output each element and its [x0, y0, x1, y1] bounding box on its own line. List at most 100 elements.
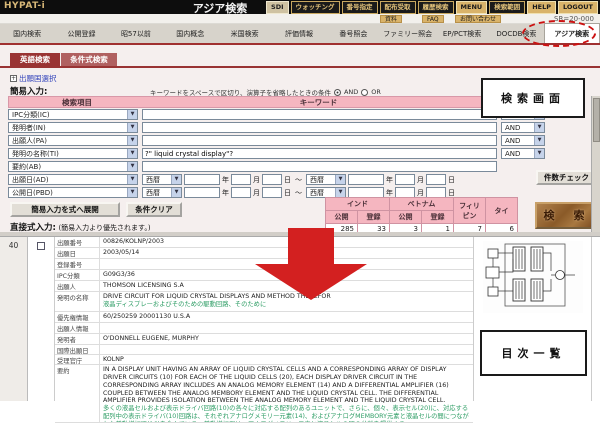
- menu-button[interactable]: MENU: [456, 1, 488, 14]
- country-header-philippines: フィリピン: [454, 198, 486, 224]
- col-header-pub: 公開: [390, 211, 422, 224]
- materials-button[interactable]: 資料: [380, 15, 402, 23]
- tab-number-inquiry[interactable]: 番号照会: [326, 24, 380, 43]
- chevron-down-icon: ▼: [534, 136, 544, 145]
- era-select[interactable]: 西暦▼: [142, 174, 182, 185]
- tab-us-search[interactable]: 米国検索: [217, 24, 271, 43]
- chevron-down-icon: ▼: [335, 188, 345, 197]
- application-date-range: 西暦▼ 年 月 日 ～ 西暦▼ 年 月 日: [142, 174, 545, 185]
- tab-evaluation-info[interactable]: 評価情報: [272, 24, 326, 43]
- contact-button[interactable]: お問い合わせ: [455, 15, 501, 23]
- record-row-abstract: 要約 IN A DISPLAY UNIT HAVING AN ARRAY OF …: [55, 365, 473, 423]
- application-country-select-link[interactable]: + 出願国選択: [10, 73, 57, 84]
- top-bar: HYPAT-i アジア検索 SDI ウォッチング 番号指定 配布受取 履歴検索 …: [0, 0, 600, 14]
- form-row-inventor: 発明者(IN)▼ AND▼: [8, 121, 545, 134]
- search-range-button[interactable]: 検索範囲: [489, 1, 525, 14]
- country-header-india: インド: [326, 198, 390, 211]
- condition-select-title[interactable]: AND▼: [501, 148, 545, 159]
- search-table-header: 検索項目 キーワード 行間条件: [8, 96, 545, 108]
- chevron-down-icon: ▼: [127, 136, 137, 145]
- tab-pre-showa57[interactable]: 昭57以前: [109, 24, 163, 43]
- search-button[interactable]: 検 索: [535, 202, 597, 229]
- condition-select-inventor[interactable]: AND▼: [501, 122, 545, 133]
- sub-bar: 資料 FAQ お問い合わせ SR=20-000: [0, 14, 600, 24]
- annotation-search-screen: 検索画面: [481, 78, 585, 118]
- field-select-abstract[interactable]: 要約(AB)▼: [8, 161, 138, 172]
- tab-domestic-search[interactable]: 国内検索: [0, 24, 54, 43]
- pbd-from-year-input[interactable]: [184, 187, 220, 198]
- or-radio[interactable]: [361, 89, 368, 96]
- distribution-receive-button[interactable]: 配布受取: [380, 1, 416, 14]
- patent-figure-thumbnail[interactable]: [483, 241, 583, 313]
- pbd-from-month-input[interactable]: [231, 187, 251, 198]
- app-logo: HYPAT-i: [4, 1, 45, 11]
- ad-from-month-input[interactable]: [231, 174, 251, 185]
- field-select-inventor[interactable]: 発明者(IN)▼: [8, 122, 138, 133]
- expand-to-expression-button[interactable]: 簡易入力を式へ展開: [10, 202, 120, 217]
- record-row-receiving-office: 受理官庁 KOLNP: [55, 355, 473, 365]
- era-select[interactable]: 西暦▼: [142, 187, 182, 198]
- era-select[interactable]: 西暦▼: [306, 174, 346, 185]
- search-form-area: 英語検索 条件式検索 + 出願国選択 簡易入力: キーワードをスペースで区切り、…: [0, 45, 600, 236]
- subtab-expression-search[interactable]: 条件式検索: [61, 53, 117, 66]
- pbd-from-day-input[interactable]: [262, 187, 282, 198]
- tab-family-inquiry[interactable]: ファミリー照会: [381, 24, 435, 43]
- keyword-input-abstract[interactable]: [142, 161, 497, 172]
- ad-to-month-input[interactable]: [395, 174, 415, 185]
- history-search-button[interactable]: 履歴検索: [418, 1, 454, 14]
- chevron-down-icon: ▼: [127, 162, 137, 171]
- top-button-group: SDI ウォッチング 番号指定 配布受取 履歴検索 MENU 検索範囲 HELP…: [266, 1, 598, 14]
- subtab-english-search[interactable]: 英語検索: [10, 53, 60, 66]
- search-rows: IPC分類(IC)▼ AND▼ 発明者(IN)▼ AND▼ 出願人(PA)▼ A…: [8, 108, 545, 199]
- tab-domestic-concept[interactable]: 国内概念: [163, 24, 217, 43]
- ad-to-year-input[interactable]: [348, 174, 384, 185]
- and-radio[interactable]: [334, 89, 341, 96]
- divider: [0, 66, 600, 68]
- tab-asia-search[interactable]: アジア検索: [544, 23, 600, 43]
- chevron-down-icon: ▼: [127, 123, 137, 132]
- field-select-ipc[interactable]: IPC分類(IC)▼: [8, 109, 138, 120]
- record-row-international-date: 国際出願日: [55, 345, 473, 355]
- form-row-abstract: 要約(AB)▼: [8, 160, 545, 173]
- tab-docdb-search[interactable]: DOCDB検索: [489, 24, 543, 43]
- sdi-button[interactable]: SDI: [266, 1, 289, 14]
- record-row-application-date: 出願日 2003/05/14: [55, 248, 473, 259]
- chevron-down-icon: ▼: [127, 175, 137, 184]
- tab-publication-registration[interactable]: 公開登録: [54, 24, 108, 43]
- faq-button[interactable]: FAQ: [422, 15, 444, 23]
- form-scrollbar[interactable]: [591, 96, 600, 232]
- field-select-title[interactable]: 発明の名称(TI)▼: [8, 148, 138, 159]
- keyword-input-applicant[interactable]: [142, 135, 497, 146]
- field-select-applicant[interactable]: 出願人(PA)▼: [8, 135, 138, 146]
- form-row-applicant: 出願人(PA)▼ AND▼: [8, 134, 545, 147]
- keyword-input-ipc[interactable]: [142, 109, 497, 120]
- country-header-thailand: タイ: [486, 198, 518, 224]
- logout-button[interactable]: LOGOUT: [558, 1, 598, 14]
- help-button[interactable]: HELP: [527, 1, 556, 14]
- col-header-reg: 登録: [358, 211, 390, 224]
- machine-translation: 多くの液晶セルおよび表示ドライバ回路(10)の各々に対応する配列のあるユニットで…: [103, 405, 469, 422]
- scrollbar-thumb[interactable]: [593, 98, 600, 142]
- keyword-input-title[interactable]: [142, 148, 497, 159]
- annotation-toc-list: 目次一覧: [480, 330, 587, 376]
- checkbox-column: [28, 237, 55, 401]
- chevron-down-icon: ▼: [127, 110, 137, 119]
- form-row-ipc: IPC分類(IC)▼ AND▼: [8, 108, 545, 121]
- field-select-application-date[interactable]: 出願日(AD)▼: [8, 174, 138, 185]
- user-id: SR=20-000: [554, 15, 594, 23]
- chevron-down-icon: ▼: [127, 188, 137, 197]
- record-row-applicant-info: 出願人情報: [55, 323, 473, 334]
- record-row-priority: 優先権情報 60/250259 20001130 U.S.A: [55, 312, 473, 323]
- ad-from-day-input[interactable]: [262, 174, 282, 185]
- clear-conditions-button[interactable]: 条件クリア: [126, 202, 182, 217]
- field-select-publication-date[interactable]: 公開日(PBD)▼: [8, 187, 138, 198]
- result-checkbox[interactable]: [37, 242, 45, 250]
- watching-button[interactable]: ウォッチング: [291, 1, 340, 14]
- keyword-input-inventor[interactable]: [142, 122, 497, 133]
- ad-to-day-input[interactable]: [426, 174, 446, 185]
- tab-ep-pct-search[interactable]: EP/PCT検索: [435, 24, 489, 43]
- number-specify-button[interactable]: 番号指定: [342, 1, 378, 14]
- ad-from-year-input[interactable]: [184, 174, 220, 185]
- count-check-button[interactable]: 件数チェック: [536, 170, 597, 185]
- condition-select-applicant[interactable]: AND▼: [501, 135, 545, 146]
